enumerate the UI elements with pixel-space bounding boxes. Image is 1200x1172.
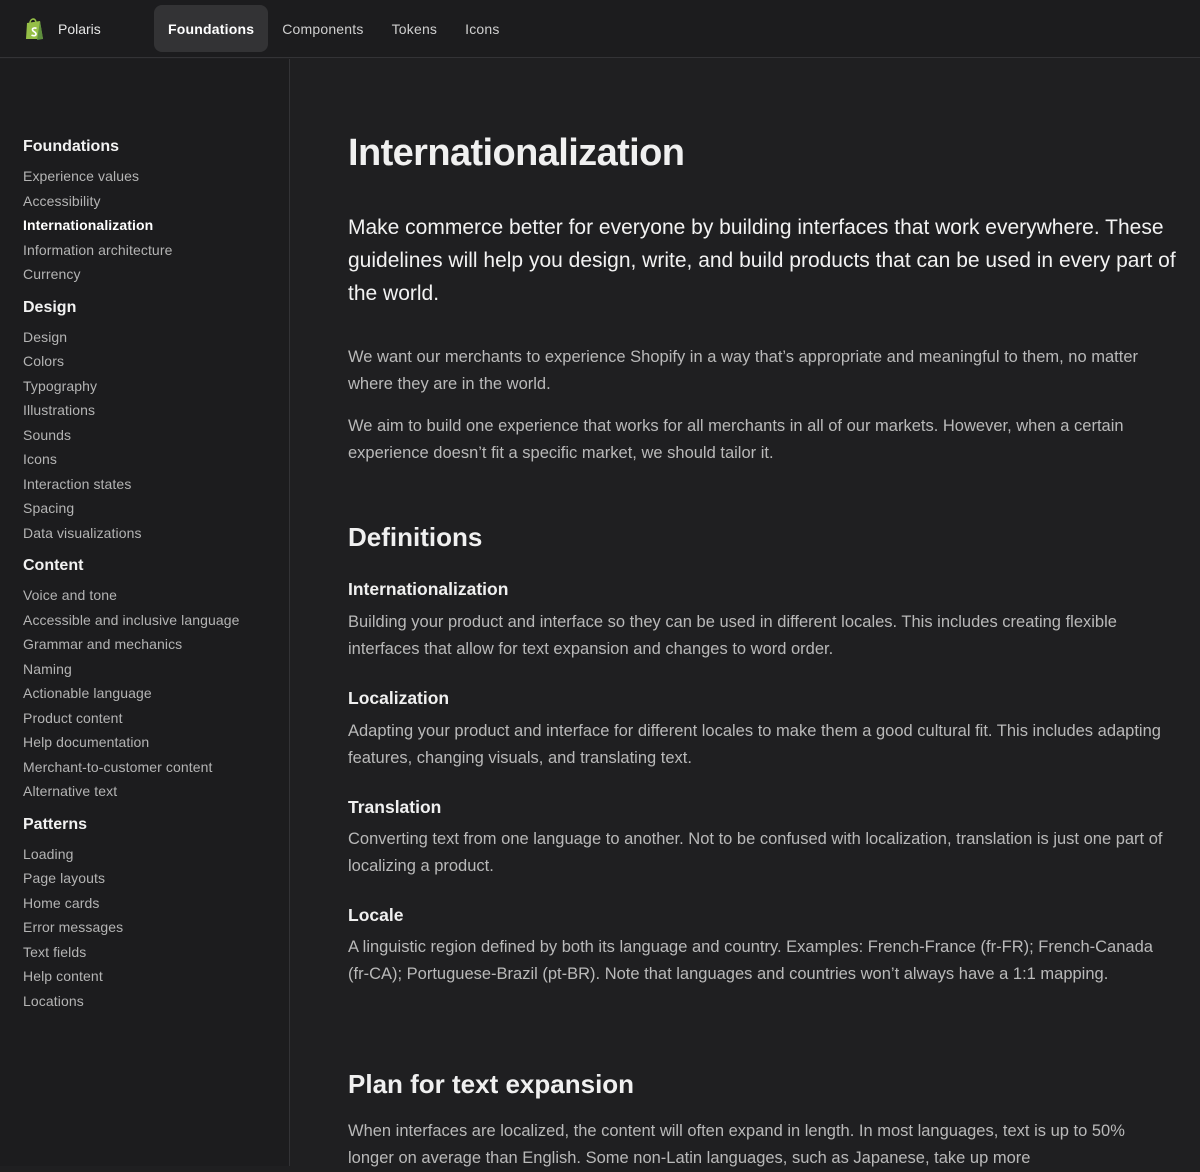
sidebar: Foundations Experience values Accessibil… <box>0 59 290 1166</box>
sidebar-item-spacing[interactable]: Spacing <box>23 499 278 524</box>
sidebar-item-accessibility[interactable]: Accessibility <box>23 192 278 217</box>
sidebar-group-content: Content Voice and tone Accessible and in… <box>23 556 278 807</box>
definition-text: Building your product and interface so t… <box>348 613 1117 658</box>
definition-text: A linguistic region defined by both its … <box>348 938 1153 983</box>
sidebar-heading: Patterns <box>23 815 88 833</box>
definition-term: Translation <box>348 797 442 817</box>
sidebar-item-accessible-language[interactable]: Accessible and inclusive language <box>23 611 278 636</box>
definitions-heading: Definitions <box>348 522 483 552</box>
sidebar-item-design[interactable]: Design <box>23 328 278 353</box>
sidebar-item-loading[interactable]: Loading <box>23 845 278 870</box>
sidebar-item-help-content[interactable]: Help content <box>23 967 278 992</box>
sidebar-item-icons[interactable]: Icons <box>23 450 278 475</box>
definition-term: Locale <box>348 905 404 925</box>
sidebar-item-colors[interactable]: Colors <box>23 352 278 377</box>
sidebar-item-grammar-and-mechanics[interactable]: Grammar and mechanics <box>23 635 278 660</box>
sidebar-item-data-visualizations[interactable]: Data visualizations <box>23 524 278 549</box>
sidebar-item-text-fields[interactable]: Text fields <box>23 943 278 968</box>
tab-icons[interactable]: Icons <box>451 5 513 52</box>
sidebar-item-information-architecture[interactable]: Information architecture <box>23 241 278 266</box>
sidebar-item-experience-values[interactable]: Experience values <box>23 167 278 192</box>
sidebar-item-currency[interactable]: Currency <box>23 265 278 290</box>
definition-text: Adapting your product and interface for … <box>348 722 1161 767</box>
sidebar-item-naming[interactable]: Naming <box>23 660 278 685</box>
sidebar-group-patterns: Patterns Loading Page layouts Home cards… <box>23 815 278 1017</box>
brand-name: Polaris <box>58 20 101 37</box>
text-expansion-heading: Plan for text expansion <box>348 1069 635 1099</box>
sidebar-item-home-cards[interactable]: Home cards <box>23 894 278 919</box>
sidebar-item-actionable-language[interactable]: Actionable language <box>23 684 278 709</box>
sidebar-item-error-messages[interactable]: Error messages <box>23 918 278 943</box>
definition-text: Converting text from one language to ano… <box>348 830 1163 875</box>
top-navigation-bar: Polaris Foundations Components Tokens Ic… <box>0 0 1200 58</box>
intro-paragraph: We want our merchants to experience Shop… <box>348 348 1138 393</box>
sidebar-item-alternative-text[interactable]: Alternative text <box>23 782 278 807</box>
sidebar-heading: Design <box>23 298 77 316</box>
sidebar-item-product-content[interactable]: Product content <box>23 709 278 734</box>
page-title: Internationalization <box>348 132 685 174</box>
sidebar-item-merchant-to-customer-content[interactable]: Merchant-to-customer content <box>23 758 278 783</box>
sidebar-item-page-layouts[interactable]: Page layouts <box>23 869 278 894</box>
sidebar-item-internationalization[interactable]: Internationalization <box>23 216 278 241</box>
shopify-bag-logo-icon <box>24 17 46 41</box>
definition-term: Localization <box>348 688 450 708</box>
tab-components[interactable]: Components <box>268 5 377 52</box>
lead-paragraph: Make commerce better for everyone by bui… <box>348 216 1176 305</box>
sidebar-item-locations[interactable]: Locations <box>23 992 278 1017</box>
intro-paragraph: We aim to build one experience that work… <box>348 417 1124 462</box>
tab-tokens[interactable]: Tokens <box>378 5 452 52</box>
sidebar-item-illustrations[interactable]: Illustrations <box>23 401 278 426</box>
primary-nav: Foundations Components Tokens Icons <box>154 0 514 58</box>
sidebar-item-sounds[interactable]: Sounds <box>23 426 278 451</box>
sidebar-heading: Content <box>23 557 84 574</box>
sidebar-group-foundations: Foundations Experience values Accessibil… <box>23 137 278 290</box>
definition-term: Internationalization <box>348 579 509 599</box>
sidebar-nav: Foundations Experience values Accessibil… <box>23 137 278 1024</box>
sidebar-item-voice-and-tone[interactable]: Voice and tone <box>23 586 278 611</box>
sidebar-item-interaction-states[interactable]: Interaction states <box>23 475 278 500</box>
sidebar-item-help-documentation[interactable]: Help documentation <box>23 733 278 758</box>
brand[interactable]: Polaris <box>24 17 154 41</box>
text-expansion-paragraph: When interfaces are localized, the conte… <box>348 1122 1125 1167</box>
tab-foundations[interactable]: Foundations <box>154 5 269 52</box>
sidebar-group-design: Design Design Colors Typography Illustra… <box>23 298 278 549</box>
sidebar-item-typography[interactable]: Typography <box>23 377 278 402</box>
sidebar-heading: Foundations <box>23 138 119 155</box>
